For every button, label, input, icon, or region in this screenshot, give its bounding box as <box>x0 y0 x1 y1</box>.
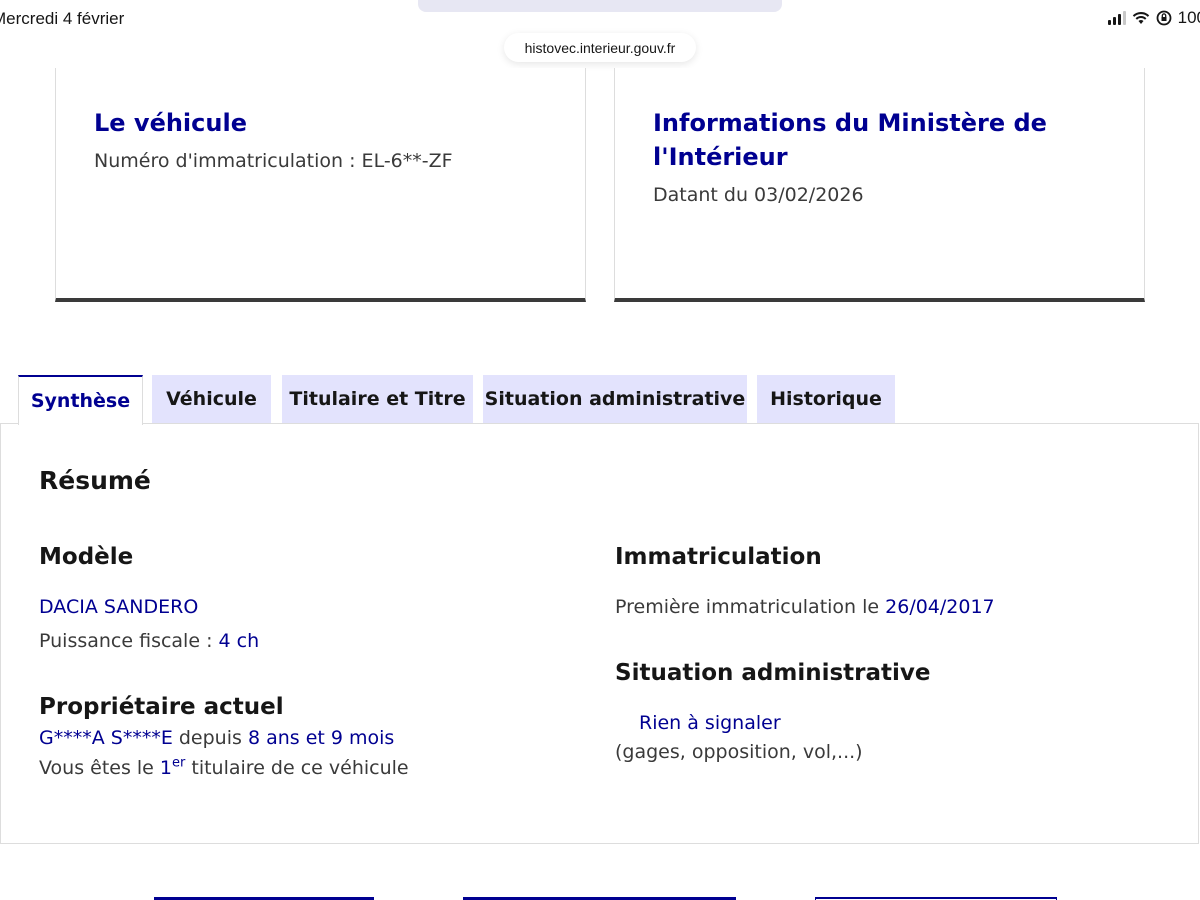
tab-historique[interactable]: Historique <box>757 375 895 423</box>
tab-situation-administrative[interactable]: Situation administrative <box>483 375 747 423</box>
model-name: DACIA SANDERO <box>39 596 199 618</box>
owner-rank-sup: er <box>172 755 186 771</box>
admin-heading: Situation administrative <box>615 660 931 686</box>
first-registration: Première immatriculation le 26/04/2017 <box>615 596 995 618</box>
fiscal-power-value: 4 ch <box>218 630 260 652</box>
summary-panel: Résumé Modèle DACIA SANDERO Puissance fi… <box>0 423 1199 844</box>
owner-rank-suffix: titulaire de ce véhicule <box>185 757 409 779</box>
owner-rank-prefix: Vous êtes le <box>39 757 160 779</box>
owner-rank: Vous êtes le 1er titulaire de ce véhicul… <box>39 757 409 779</box>
orientation-lock-icon <box>1156 10 1172 26</box>
tab-titulaire-et-titre[interactable]: Titulaire et Titre <box>282 375 473 423</box>
registration-heading: Immatriculation <box>615 544 822 570</box>
admin-status: Rien à signaler <box>639 712 781 734</box>
tab-synthese[interactable]: Synthèse <box>18 375 143 425</box>
status-date: Mercredi 4 février <box>0 9 125 28</box>
wifi-icon <box>1132 12 1149 24</box>
url-bar[interactable]: histovec.interieur.gouv.fr <box>504 33 696 62</box>
status-indicators: 100 <box>1107 8 1200 28</box>
vehicle-card-title: Le véhicule <box>94 109 247 137</box>
first-registration-date: 26/04/2017 <box>885 596 995 618</box>
fiscal-power: Puissance fiscale : 4 ch <box>39 630 259 652</box>
top-toolbar-blur <box>418 0 782 12</box>
tab-vehicule[interactable]: Véhicule <box>152 375 271 423</box>
battery-level: 100 <box>1177 8 1200 27</box>
ministry-card-title: Informations du Ministère de l'Intérieur <box>653 109 1047 171</box>
owner-name: G****A S****E <box>39 727 173 749</box>
owner-line: G****A S****E depuis 8 ans et 9 mois <box>39 727 394 749</box>
owner-rank-value: 1 <box>159 757 172 779</box>
ministry-card: Informations du Ministère de l'Intérieur… <box>614 68 1145 302</box>
owner-duration: 8 ans et 9 mois <box>247 727 395 749</box>
owner-heading: Propriétaire actuel <box>39 694 284 720</box>
admin-details: (gages, opposition, vol,...) <box>615 741 863 763</box>
fiscal-power-label: Puissance fiscale : <box>39 630 219 652</box>
vehicle-card: Le véhicule Numéro d'immatriculation : E… <box>55 68 586 302</box>
summary-title: Résumé <box>39 466 151 495</box>
owner-since-label: depuis <box>172 727 248 749</box>
data-date: Datant du 03/02/2026 <box>653 184 864 206</box>
first-registration-label: Première immatriculation le <box>615 596 886 618</box>
page: Mercredi 4 février 100 histovec.interieu… <box>0 0 1200 900</box>
plate-number: Numéro d'immatriculation : EL-6**-ZF <box>94 150 453 172</box>
model-heading: Modèle <box>39 544 134 570</box>
cellular-signal-icon <box>1107 11 1126 25</box>
